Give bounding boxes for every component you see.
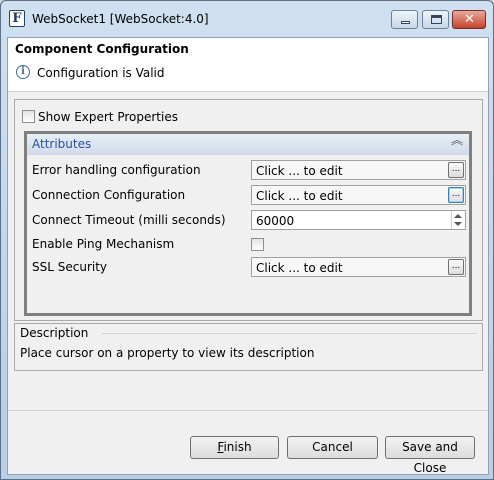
ssl-security-value: Click ... to edit — [256, 261, 343, 275]
description-divider — [102, 333, 477, 334]
connect-timeout-spinner[interactable] — [451, 211, 465, 229]
cancel-button[interactable]: Cancel — [287, 436, 378, 459]
description-text: Place cursor on a property to view its d… — [20, 346, 315, 360]
properties-panel: Show Expert Properties Attributes ︽ Erro… — [14, 99, 483, 321]
error-handling-value: Click ... to edit — [256, 164, 343, 178]
close-icon: ✕ — [464, 12, 475, 27]
window-title: WebSocket1 [WebSocket:4.0] — [32, 12, 209, 26]
close-button[interactable]: ✕ — [452, 10, 486, 29]
attributes-title: Attributes — [32, 137, 92, 151]
info-icon: i — [16, 65, 30, 79]
finish-label: inish — [223, 440, 252, 454]
dialog-client-area: Component Configuration i Configuration … — [7, 37, 489, 475]
description-title: Description — [20, 326, 89, 340]
enable-ping-checkbox[interactable] — [251, 238, 264, 251]
footer-divider — [8, 410, 488, 411]
minimize-button[interactable] — [391, 10, 418, 29]
save-and-close-button[interactable]: Save and Close — [385, 436, 475, 475]
maximize-button[interactable] — [422, 10, 449, 29]
description-panel: Description Place cursor on a property t… — [14, 323, 483, 371]
connection-config-label: Connection Configuration — [32, 188, 186, 202]
error-handling-edit-button[interactable]: ... — [448, 162, 464, 178]
show-expert-label[interactable]: Show Expert Properties — [38, 110, 178, 124]
attributes-section: Attributes ︽ Error handling configuratio… — [24, 131, 472, 316]
attributes-content: Attributes ︽ Error handling configuratio… — [27, 134, 469, 313]
attributes-header[interactable]: Attributes ︽ — [27, 134, 469, 155]
maximize-icon — [431, 15, 442, 24]
config-header: Component Configuration i Configuration … — [8, 38, 488, 92]
minimize-icon — [401, 21, 410, 24]
spin-down-icon[interactable] — [454, 222, 462, 226]
connection-config-value: Click ... to edit — [256, 189, 343, 203]
show-expert-checkbox[interactable] — [22, 110, 35, 123]
spin-up-icon[interactable] — [454, 214, 462, 218]
connection-config-field[interactable]: Click ... to edit ... — [251, 185, 466, 205]
ssl-security-field[interactable]: Click ... to edit ... — [251, 257, 466, 277]
ssl-security-edit-button[interactable]: ... — [448, 259, 464, 275]
enable-ping-label: Enable Ping Mechanism — [32, 237, 175, 251]
page-title: Component Configuration — [15, 42, 189, 56]
error-handling-field[interactable]: Click ... to edit ... — [251, 160, 466, 180]
connect-timeout-label: Connect Timeout (milli seconds) — [32, 213, 226, 227]
connection-config-edit-button[interactable]: ... — [448, 187, 464, 203]
error-handling-label: Error handling configuration — [32, 163, 201, 177]
validation-status: Configuration is Valid — [37, 66, 165, 80]
connect-timeout-input[interactable]: 60000 — [251, 210, 466, 230]
ssl-security-label: SSL Security — [32, 260, 108, 274]
collapse-icon[interactable]: ︽ — [451, 134, 463, 146]
app-icon: F — [9, 10, 25, 27]
finish-button[interactable]: Finish — [190, 436, 279, 459]
title-bar[interactable]: F WebSocket1 [WebSocket:4.0] ✕ — [1, 1, 493, 37]
dialog-window: F WebSocket1 [WebSocket:4.0] ✕ Component… — [0, 0, 494, 480]
connect-timeout-value: 60000 — [256, 214, 295, 228]
